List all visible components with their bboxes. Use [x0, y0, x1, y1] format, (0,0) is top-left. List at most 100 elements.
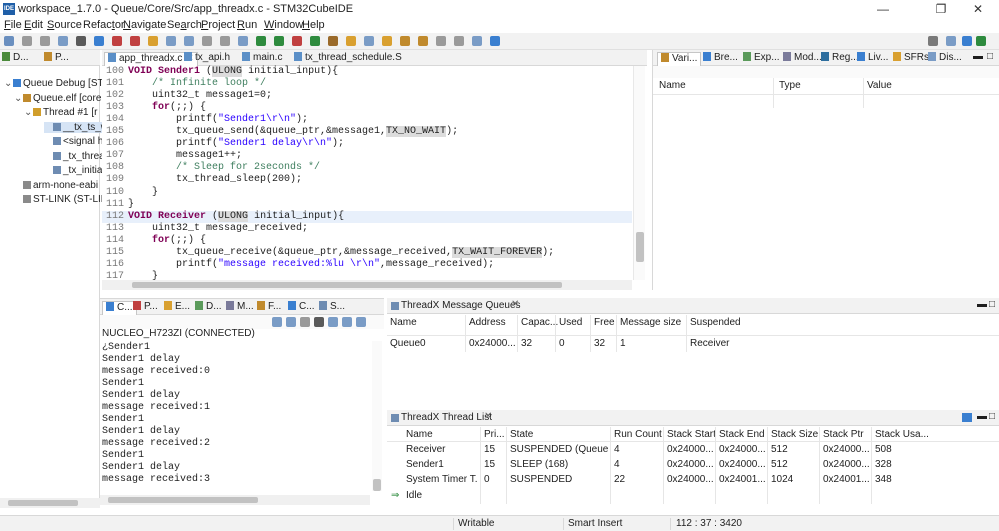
console-tab-2[interactable]: E... [164, 301, 190, 312]
minimize-view-icon[interactable]: ▬ [977, 411, 987, 422]
menu-item-search[interactable]: Search [167, 19, 202, 31]
maximize-view-icon[interactable]: □ [989, 411, 995, 422]
step-icon[interactable] [148, 36, 158, 46]
console-tab-3[interactable]: D... [195, 301, 222, 312]
minimize-view-icon[interactable]: ▬ [973, 51, 983, 62]
debug-config-icon[interactable] [94, 36, 104, 46]
column-header[interactable]: Address [469, 317, 506, 328]
close-tab-icon[interactable]: ✕ [484, 411, 492, 422]
table-row[interactable]: System Timer T... 0 SUSPENDED 22 0x24000... 0… [387, 473, 947, 488]
back-icon[interactable] [418, 36, 428, 46]
console-open-icon[interactable] [342, 317, 352, 327]
build-icon[interactable] [58, 36, 68, 46]
disconnect-icon[interactable] [130, 36, 140, 46]
right-tab-7[interactable]: Dis... [928, 52, 962, 63]
table-row[interactable]: Receiver 15 SUSPENDED (Queue0) 4 0x24000... 0… [387, 443, 947, 458]
left-hscrollbar[interactable] [0, 498, 100, 508]
console-new-icon[interactable] [356, 317, 366, 327]
console-pin-icon[interactable] [300, 317, 310, 327]
print-icon[interactable] [76, 36, 86, 46]
code-area[interactable]: 100 VOID Sender1 (ULONG initial_input){10… [102, 66, 632, 282]
column-header[interactable]: Pri... [484, 429, 505, 440]
console-output[interactable]: ¿Sender1 Sender1 delay message received:0 S… [102, 342, 210, 486]
column-header[interactable]: Name [390, 317, 417, 328]
tree-item[interactable]: arm-none-eabi [14, 180, 98, 191]
menu-item-navigate[interactable]: Navigate [123, 19, 166, 31]
editor-tab-main-c[interactable]: main.c [242, 52, 282, 63]
column-header[interactable]: Stack End [719, 429, 765, 440]
tree-item[interactable]: <signal h [44, 136, 103, 147]
menu-item-file[interactable]: File [4, 19, 22, 31]
console-tab-5[interactable]: F... [257, 301, 281, 312]
step-return-icon[interactable] [202, 36, 212, 46]
tree-item[interactable]: _tx_threa [44, 151, 105, 162]
next-annotation-icon[interactable] [382, 36, 392, 46]
save-icon[interactable] [22, 36, 32, 46]
menu-item-run[interactable]: Run [237, 19, 257, 31]
expand-toggle-icon[interactable]: ⌄ [24, 107, 33, 118]
save-all-icon[interactable] [40, 36, 50, 46]
column-header[interactable]: Stack Start [667, 429, 716, 440]
close-tab-icon[interactable]: ✕ [511, 299, 519, 310]
new-icon[interactable] [4, 36, 14, 46]
console-tab-1[interactable]: P... [133, 301, 158, 312]
column-header[interactable]: Free [594, 317, 615, 328]
column-header[interactable]: Used [559, 317, 582, 328]
search-icon[interactable] [928, 36, 938, 46]
console-scroll-lock-icon[interactable] [286, 317, 296, 327]
console-vscrollbar[interactable] [372, 341, 382, 491]
stop-icon[interactable] [112, 36, 122, 46]
editor-hscrollbar[interactable] [102, 280, 632, 290]
forward-icon[interactable] [436, 36, 446, 46]
pin-icon[interactable] [454, 36, 464, 46]
console-tab-6[interactable]: C... [288, 301, 315, 312]
editor-vscrollbar[interactable] [633, 66, 645, 280]
console-clear-icon[interactable] [272, 317, 282, 327]
search-icon[interactable] [346, 36, 356, 46]
maximize-view-icon[interactable]: □ [989, 299, 995, 310]
tree-item[interactable]: ⌄ Thread #1 [r [24, 107, 97, 118]
step-over-icon[interactable] [184, 36, 194, 46]
menu-item-source[interactable]: Source [47, 19, 82, 31]
tab-debug[interactable]: D... [2, 52, 29, 63]
table-row[interactable]: Sender1 15 SLEEP (168) 4 0x24000... 0x24000..… [387, 458, 947, 473]
table-row[interactable]: Queue0 0x24000... 32 0 32 1 Receiver [387, 337, 947, 352]
view-menu-icon[interactable] [962, 413, 972, 422]
table-row[interactable]: Idle [387, 489, 947, 504]
column-header[interactable]: Run Count [614, 429, 662, 440]
column-header[interactable]: State [510, 429, 533, 440]
column-header[interactable]: Stack Size [771, 429, 818, 440]
column-header[interactable]: Stack Ptr [823, 429, 864, 440]
terminate-icon[interactable] [292, 36, 302, 46]
tree-item[interactable]: ⌄ Queue.elf [core [14, 93, 101, 104]
expand-toggle-icon[interactable]: ⌄ [14, 93, 23, 104]
editor-tab-tx-thread-schedule-s[interactable]: tx_thread_schedule.S [294, 52, 402, 63]
tree-item[interactable]: __tx_ts_w [44, 121, 109, 133]
column-header[interactable]: Suspended [690, 317, 741, 328]
column-header[interactable]: Name [406, 429, 433, 440]
run-config-icon[interactable] [310, 36, 320, 46]
column-header[interactable]: Stack Usa... [875, 429, 929, 440]
editor-tab-tx-api-h[interactable]: tx_api.h [184, 52, 230, 63]
console-tab-4[interactable]: M... [226, 301, 254, 312]
menu-item-edit[interactable]: Edit [24, 19, 43, 31]
cpp-perspective-icon[interactable] [962, 36, 972, 46]
maximize-view-icon[interactable]: □ [987, 51, 993, 62]
resume-icon[interactable] [256, 36, 266, 46]
info-icon[interactable] [490, 36, 500, 46]
minimize-view-icon[interactable]: ▬ [977, 299, 987, 310]
tree-item[interactable]: ⌄ Queue Debug [ST [4, 78, 104, 89]
run-icon[interactable] [274, 36, 284, 46]
right-tab-6[interactable]: SFRs [893, 52, 929, 63]
column-header[interactable]: Capac... [521, 317, 558, 328]
menu-item-project[interactable]: Project [201, 19, 235, 31]
toggle-mark-icon[interactable] [364, 36, 374, 46]
right-tab-3[interactable]: Mod... [783, 52, 822, 63]
console-display-icon[interactable] [328, 317, 338, 327]
step-into-icon[interactable] [166, 36, 176, 46]
prev-annotation-icon[interactable] [400, 36, 410, 46]
menu-item-help[interactable]: Help [302, 19, 325, 31]
right-tab-1[interactable]: Bre... [703, 52, 738, 63]
minimize-button[interactable]: — [860, 0, 906, 18]
right-tab-2[interactable]: Exp... [743, 52, 780, 63]
